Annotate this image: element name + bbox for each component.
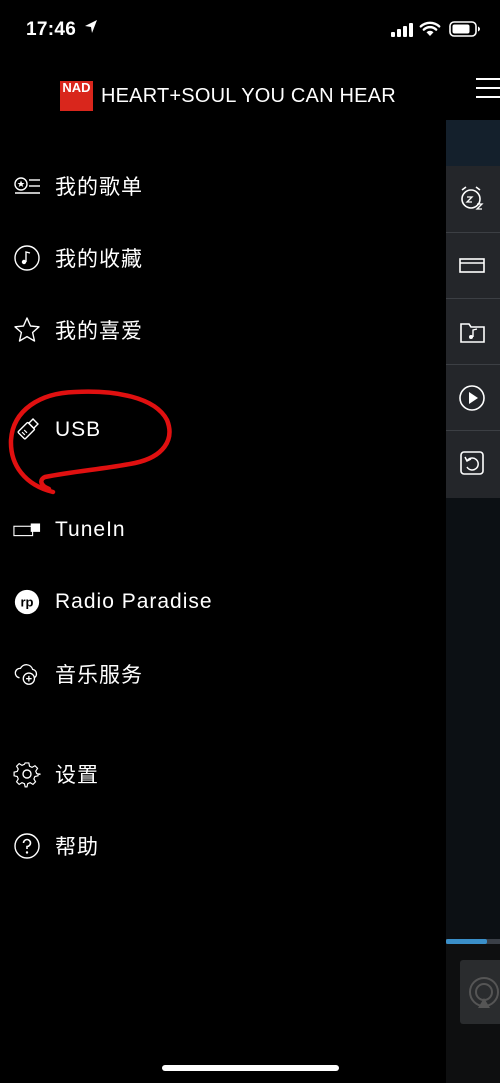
now-playing-bar <box>446 944 500 1083</box>
play-icon <box>459 385 485 411</box>
menu-item-favorites[interactable]: 我的喜爱 <box>0 300 446 360</box>
home-indicator[interactable] <box>162 1065 339 1071</box>
menu-label-playlists: 我的歌单 <box>55 176 143 199</box>
playlist-icon <box>13 172 41 200</box>
play-button[interactable] <box>446 364 500 431</box>
menu-label-music-services: 音乐服务 <box>55 664 143 687</box>
sleep-timer-button[interactable] <box>446 166 500 232</box>
airplay-icon <box>469 977 499 1008</box>
menu-label-help: 帮助 <box>55 836 99 859</box>
menu-item-settings[interactable]: 设置 <box>0 744 446 804</box>
battery-icon <box>449 21 480 37</box>
menu-item-tunein[interactable]: TuneIn <box>0 500 446 560</box>
menu-item-collection[interactable]: 我的收藏 <box>0 228 446 288</box>
music-folder-icon <box>460 323 485 343</box>
star-icon <box>13 316 41 344</box>
brand-tagline: HEART+SOUL YOU CAN HEAR <box>101 84 396 107</box>
sleep-timer-icon <box>461 186 484 210</box>
album-art-placeholder[interactable] <box>460 960 500 1024</box>
cellular-signal-icon <box>391 23 413 37</box>
hamburger-menu-icon[interactable] <box>476 78 500 105</box>
tunein-icon <box>13 516 41 544</box>
quick-actions-strip <box>446 166 500 498</box>
menu-label-collection: 我的收藏 <box>55 248 143 271</box>
nad-logo: NAD <box>60 81 93 111</box>
menu-item-music-services[interactable]: 音乐服务 <box>0 644 446 704</box>
gear-icon <box>13 760 41 788</box>
menu-label-favorites: 我的喜爱 <box>55 320 143 343</box>
repeat-icon <box>460 451 484 475</box>
location-arrow-icon <box>85 20 97 33</box>
menu-item-radio-paradise[interactable]: rp Radio Paradise <box>0 572 446 632</box>
menu-label-tunein: TuneIn <box>55 518 126 541</box>
status-bar: 17:46 <box>0 0 500 58</box>
status-time: 17:46 <box>26 19 77 40</box>
music-folder-button[interactable] <box>446 298 500 365</box>
device-icon <box>459 258 485 273</box>
menu-item-help[interactable]: 帮助 <box>0 816 446 876</box>
cloud-add-icon <box>13 660 41 688</box>
menu-label-settings: 设置 <box>55 764 99 787</box>
menu-label-radio-paradise: Radio Paradise <box>55 590 213 613</box>
radio-paradise-icon: rp <box>13 588 41 616</box>
usb-stick-icon <box>13 416 41 444</box>
device-button[interactable] <box>446 232 500 299</box>
main-top-bar <box>446 58 500 120</box>
brand-header: NAD HEART+SOUL YOU CAN HEAR <box>60 78 396 114</box>
menu-item-usb[interactable]: USB <box>0 400 446 460</box>
menu-item-playlists[interactable]: 我的歌单 <box>0 156 446 216</box>
navigation-drawer: NAD HEART+SOUL YOU CAN HEAR 我的歌单 我的收藏 我的… <box>0 58 446 1083</box>
rp-badge-text: rp <box>20 595 33 610</box>
menu-label-usb: USB <box>55 418 102 441</box>
main-panel <box>446 58 500 1083</box>
wifi-icon <box>419 21 441 36</box>
help-icon <box>13 832 41 860</box>
repeat-button[interactable] <box>446 430 500 497</box>
music-note-circle-icon <box>13 244 41 272</box>
